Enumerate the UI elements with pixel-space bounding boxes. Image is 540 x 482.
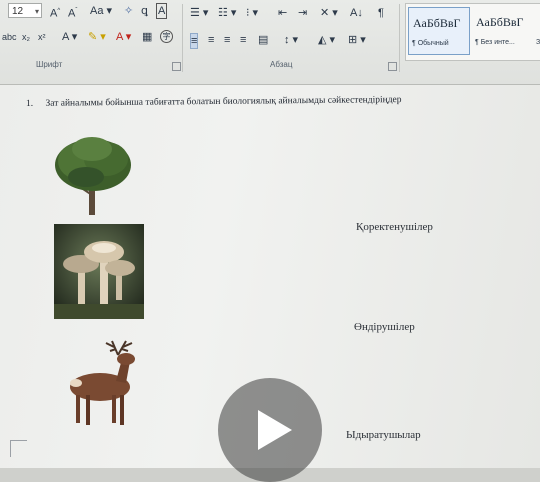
font-dialog-launcher-icon[interactable] [172, 62, 181, 71]
borders-icon[interactable]: ⊞ ▾ [348, 33, 366, 47]
char-shading-icon[interactable]: ▦ [142, 30, 152, 44]
font-group-label: Шрифт [36, 60, 63, 69]
char-border-icon[interactable]: A [156, 3, 168, 19]
highlight-icon[interactable]: ✎ ▾ [88, 30, 106, 44]
distributed-icon[interactable]: ▤ [258, 33, 268, 47]
change-case-icon[interactable]: Aa ▾ [90, 4, 112, 18]
enclose-char-icon[interactable]: 字 [160, 30, 173, 43]
style-sample: АаБбВвГ [476, 15, 524, 29]
style-heading[interactable]: За [534, 7, 540, 55]
label-decomposers: Ыдыратушылар [346, 429, 421, 441]
style-name: За [536, 39, 540, 46]
styles-gallery: АаБбВвГ ¶ Обычный АаБбВвГ ¶ Без инте... … [405, 3, 540, 61]
font-size-select[interactable]: 12 ▾ [8, 3, 42, 18]
page-corner-mark [10, 440, 27, 457]
style-no-spacing[interactable]: АаБбВвГ ¶ Без инте... [472, 7, 534, 55]
bullets-icon[interactable]: ☰ ▾ [190, 6, 208, 20]
align-center-icon[interactable]: ≡ [208, 33, 214, 47]
font-color-icon[interactable]: A ▾ [116, 30, 131, 44]
shading-icon[interactable]: ◭ ▾ [318, 33, 335, 47]
question-text: Зат айналымы бойынша табиғатта болатын б… [45, 95, 402, 109]
ribbon: 12 ▾ A^ Aˇ Aa ▾ ✧ ꝗ A abc x₂ x² A ▾ ✎ ▾ … [0, 0, 540, 85]
style-normal[interactable]: АаБбВвГ ¶ Обычный [408, 7, 470, 55]
label-consumers: Қоректенушілер [356, 221, 433, 233]
show-marks-icon[interactable]: ¶ [378, 6, 384, 20]
style-name: ¶ Без инте... [475, 39, 515, 46]
align-right-icon[interactable]: ≡ [224, 33, 230, 47]
numbering-icon[interactable]: ☷ ▾ [218, 6, 236, 20]
group-separator [182, 4, 183, 72]
multilevel-list-icon[interactable]: ⁝ ▾ [246, 6, 258, 20]
font-size-value: 12 [12, 6, 24, 17]
shrink-font-icon[interactable]: Aˇ [68, 4, 77, 21]
justify-icon[interactable]: ≡ [240, 33, 246, 47]
sort-icon[interactable]: A↓ [350, 6, 363, 20]
grow-font-icon[interactable]: A^ [50, 4, 60, 21]
text-effects-icon[interactable]: A ▾ [62, 30, 77, 44]
style-name: ¶ Обычный [412, 40, 449, 47]
phonetic-guide-icon[interactable]: ꝗ [141, 4, 148, 18]
decrease-indent-icon[interactable]: ⇤ [278, 6, 287, 20]
subscript-icon[interactable]: x₂ [22, 30, 30, 44]
clear-format-icon[interactable]: ✧ [124, 4, 133, 18]
label-producers: Өндірушілер [354, 321, 415, 333]
group-separator [399, 4, 400, 72]
play-icon [258, 410, 292, 450]
increase-indent-icon[interactable]: ⇥ [298, 6, 307, 20]
chevron-down-icon: ▾ [34, 7, 39, 16]
deer-image [70, 340, 135, 425]
play-button[interactable] [218, 378, 322, 482]
align-left-icon[interactable]: ≡ [190, 33, 199, 49]
mushrooms-image [54, 224, 144, 319]
tree-image [55, 137, 131, 215]
line-spacing-icon[interactable]: ↕ ▾ [284, 33, 298, 47]
paragraph-group-label: Абзац [270, 60, 293, 69]
question-number: 1. [26, 98, 34, 109]
style-sample: АаБбВвГ [413, 16, 461, 30]
question-line: 1. Зат айналымы бойынша табиғатта болаты… [26, 95, 402, 109]
asian-layout-icon[interactable]: ✕ ▾ [320, 6, 338, 20]
strikethrough-icon[interactable]: abc [2, 30, 17, 44]
paragraph-dialog-launcher-icon[interactable] [388, 62, 397, 71]
superscript-icon[interactable]: x² [38, 30, 46, 44]
